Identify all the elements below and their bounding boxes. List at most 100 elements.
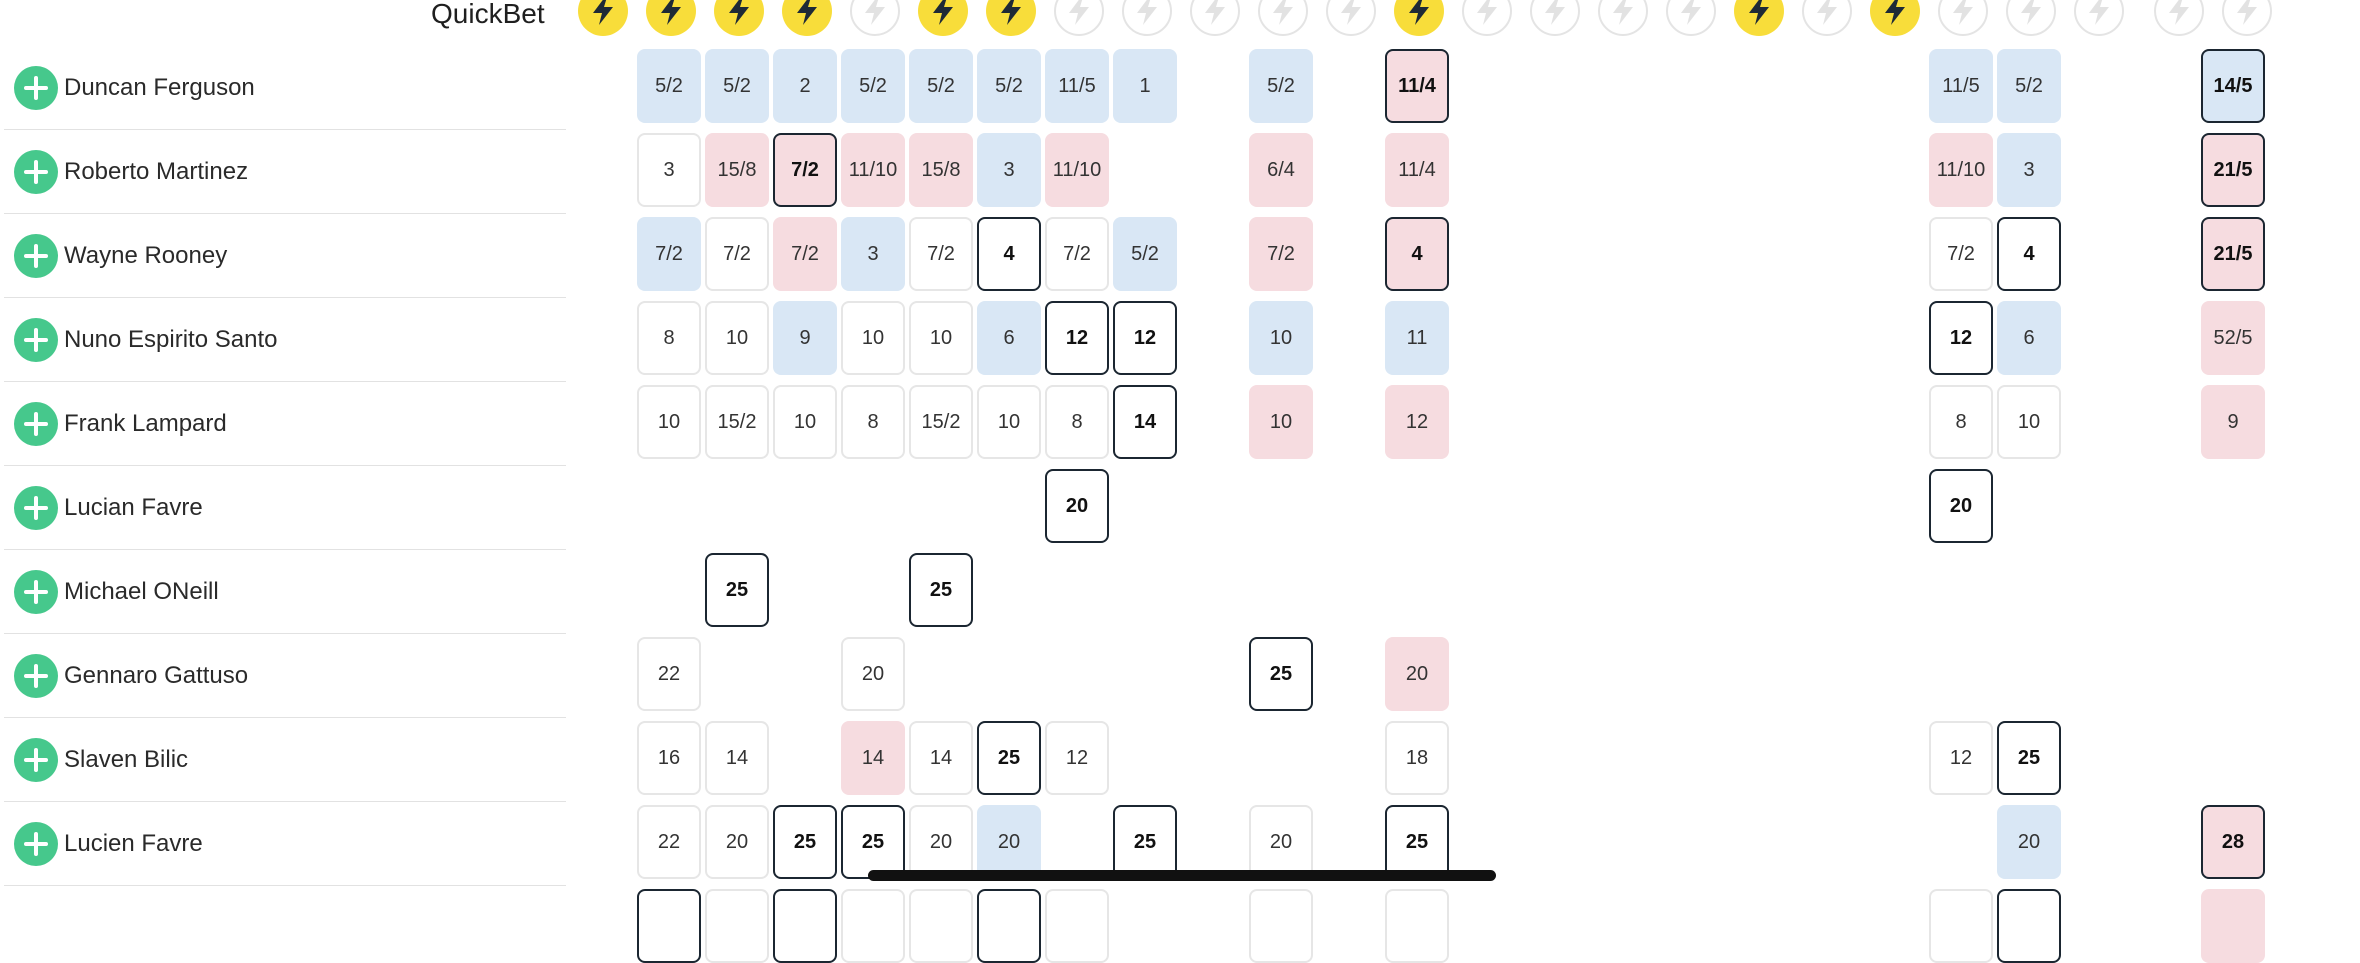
odds-cell[interactable]: 10 — [1249, 301, 1313, 375]
odds-cell[interactable] — [1929, 889, 1993, 963]
lightning-bolt-icon[interactable] — [986, 0, 1036, 36]
odds-cell[interactable]: 7/2 — [1929, 217, 1993, 291]
lightning-bolt-icon[interactable] — [1258, 0, 1308, 36]
odds-cell[interactable]: 20 — [1045, 469, 1109, 543]
odds-cell[interactable]: 4 — [977, 217, 1041, 291]
odds-cell[interactable]: 8 — [637, 301, 701, 375]
lightning-bolt-icon[interactable] — [918, 0, 968, 36]
odds-cell[interactable]: 10 — [1249, 385, 1313, 459]
odds-cell[interactable] — [977, 889, 1041, 963]
odds-cell[interactable]: 5/2 — [841, 49, 905, 123]
odds-cell[interactable]: 28 — [2201, 805, 2265, 879]
odds-cell[interactable]: 5/2 — [705, 49, 769, 123]
odds-cell[interactable]: 20 — [841, 637, 905, 711]
odds-cell[interactable]: 4 — [1997, 217, 2061, 291]
lightning-bolt-icon[interactable] — [1326, 0, 1376, 36]
odds-cell[interactable]: 4 — [1385, 217, 1449, 291]
lightning-bolt-icon[interactable] — [782, 0, 832, 36]
odds-cell[interactable]: 5/2 — [977, 49, 1041, 123]
odds-cell[interactable]: 5/2 — [909, 49, 973, 123]
odds-cell[interactable]: 10 — [977, 385, 1041, 459]
odds-cell[interactable]: 15/8 — [705, 133, 769, 207]
odds-cell[interactable]: 18 — [1385, 721, 1449, 795]
lightning-bolt-icon[interactable] — [1734, 0, 1784, 36]
odds-cell[interactable] — [909, 889, 973, 963]
lightning-bolt-icon[interactable] — [1598, 0, 1648, 36]
odds-cell[interactable]: 7/2 — [909, 217, 973, 291]
odds-cell[interactable]: 20 — [977, 805, 1041, 879]
odds-cell[interactable] — [2201, 889, 2265, 963]
odds-cell[interactable]: 6 — [1997, 301, 2061, 375]
odds-cell[interactable]: 10 — [773, 385, 837, 459]
odds-cell[interactable]: 1 — [1113, 49, 1177, 123]
odds-cell[interactable]: 22 — [637, 805, 701, 879]
lightning-bolt-icon[interactable] — [2074, 0, 2124, 36]
odds-cell[interactable]: 25 — [977, 721, 1041, 795]
odds-cell[interactable]: 25 — [705, 553, 769, 627]
odds-cell[interactable]: 25 — [1997, 721, 2061, 795]
odds-cell[interactable]: 14/5 — [2201, 49, 2265, 123]
lightning-bolt-icon[interactable] — [850, 0, 900, 36]
lightning-bolt-icon[interactable] — [2222, 0, 2272, 36]
odds-cell[interactable]: 20 — [1249, 805, 1313, 879]
plus-circle-icon[interactable] — [14, 822, 58, 866]
odds-cell[interactable]: 10 — [637, 385, 701, 459]
odds-cell[interactable]: 2 — [773, 49, 837, 123]
odds-cell[interactable]: 11/10 — [841, 133, 905, 207]
odds-cell[interactable]: 11/10 — [1929, 133, 1993, 207]
odds-cell[interactable]: 12 — [1045, 721, 1109, 795]
odds-cell[interactable]: 3 — [1997, 133, 2061, 207]
odds-cell[interactable]: 25 — [1113, 805, 1177, 879]
odds-cell[interactable]: 14 — [909, 721, 973, 795]
odds-cell[interactable]: 11/5 — [1929, 49, 1993, 123]
odds-cell[interactable]: 10 — [1997, 385, 2061, 459]
odds-cell[interactable]: 5/2 — [1249, 49, 1313, 123]
lightning-bolt-icon[interactable] — [1122, 0, 1172, 36]
odds-cell[interactable] — [705, 889, 769, 963]
odds-cell[interactable]: 8 — [1045, 385, 1109, 459]
odds-cell[interactable]: 12 — [1113, 301, 1177, 375]
odds-cell[interactable] — [1385, 889, 1449, 963]
odds-cell[interactable]: 25 — [841, 805, 905, 879]
plus-circle-icon[interactable] — [14, 486, 58, 530]
lightning-bolt-icon[interactable] — [2154, 0, 2204, 36]
odds-cell[interactable]: 5/2 — [1113, 217, 1177, 291]
odds-cell[interactable]: 10 — [909, 301, 973, 375]
odds-cell[interactable]: 52/5 — [2201, 301, 2265, 375]
odds-cell[interactable]: 20 — [1997, 805, 2061, 879]
lightning-bolt-icon[interactable] — [1462, 0, 1512, 36]
odds-cell[interactable]: 12 — [1385, 385, 1449, 459]
odds-cell[interactable]: 11 — [1385, 301, 1449, 375]
plus-circle-icon[interactable] — [14, 318, 58, 362]
lightning-bolt-icon[interactable] — [1190, 0, 1240, 36]
lightning-bolt-icon[interactable] — [1530, 0, 1580, 36]
plus-circle-icon[interactable] — [14, 234, 58, 278]
plus-circle-icon[interactable] — [14, 654, 58, 698]
odds-cell[interactable]: 14 — [841, 721, 905, 795]
odds-cell[interactable]: 9 — [2201, 385, 2265, 459]
odds-cell[interactable]: 11/4 — [1385, 133, 1449, 207]
odds-cell[interactable]: 20 — [705, 805, 769, 879]
odds-cell[interactable]: 7/2 — [1249, 217, 1313, 291]
lightning-bolt-icon[interactable] — [578, 0, 628, 36]
odds-cell[interactable]: 15/2 — [705, 385, 769, 459]
odds-cell[interactable] — [637, 889, 701, 963]
odds-cell[interactable]: 7/2 — [773, 217, 837, 291]
lightning-bolt-icon[interactable] — [2006, 0, 2056, 36]
odds-cell[interactable]: 11/4 — [1385, 49, 1449, 123]
odds-cell[interactable]: 11/10 — [1045, 133, 1109, 207]
odds-cell[interactable]: 11/5 — [1045, 49, 1109, 123]
odds-cell[interactable]: 3 — [637, 133, 701, 207]
odds-cell[interactable]: 3 — [841, 217, 905, 291]
lightning-bolt-icon[interactable] — [1870, 0, 1920, 36]
odds-cell[interactable]: 7/2 — [1045, 217, 1109, 291]
odds-cell[interactable]: 21/5 — [2201, 217, 2265, 291]
odds-cell[interactable] — [1249, 889, 1313, 963]
odds-cell[interactable]: 14 — [705, 721, 769, 795]
odds-cell[interactable]: 25 — [909, 553, 973, 627]
odds-cell[interactable]: 10 — [841, 301, 905, 375]
odds-cell[interactable]: 5/2 — [1997, 49, 2061, 123]
odds-cell[interactable]: 16 — [637, 721, 701, 795]
horizontal-scrollbar[interactable] — [868, 870, 1496, 881]
odds-cell[interactable]: 12 — [1045, 301, 1109, 375]
